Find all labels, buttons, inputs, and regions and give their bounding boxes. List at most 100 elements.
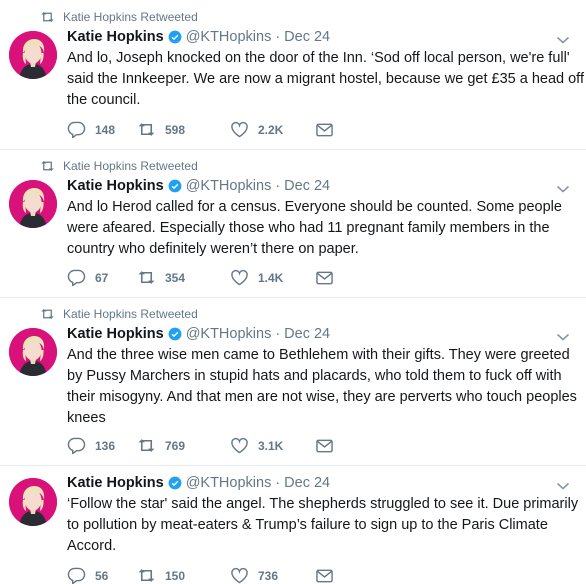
retweet-icon (138, 439, 155, 452)
header-separator: · (275, 475, 281, 491)
reply-count: 56 (95, 568, 109, 583)
reply-count: 148 (95, 122, 116, 137)
tweet-text-line: said the Innkeeper. We are now a migrant… (67, 71, 584, 87)
avatar-image (9, 478, 57, 526)
chevron-down-icon[interactable] (556, 332, 570, 342)
tweet-text-line: ‘Follow the star' said the angel. The sh… (67, 496, 579, 512)
tweet-text: And lo, Joseph knocked on the door of th… (67, 48, 584, 111)
heart-icon (231, 437, 248, 454)
tweet-date[interactable]: Dec 24 (284, 326, 330, 342)
like-count: 3.1K (258, 438, 284, 453)
reply-button[interactable]: 56 (67, 567, 137, 584)
tweet-header: Katie Hopkins @KTHopkins · Dec 24 (67, 178, 330, 194)
tweet-text: And the three wise men came to Bethlehem… (67, 345, 577, 429)
avatar[interactable] (9, 31, 57, 79)
reply-button[interactable]: 148 (67, 121, 137, 138)
tweet-actions: 148 598 2.2K (67, 121, 333, 138)
retweet-button[interactable]: 769 (137, 437, 230, 454)
author-name[interactable]: Katie Hopkins (67, 29, 164, 45)
tweet-text-line: And the three wise men came to Bethlehem… (67, 347, 570, 363)
tweet-date[interactable]: Dec 24 (284, 178, 330, 194)
retweeted-label[interactable]: Katie Hopkins Retweeted (63, 307, 198, 321)
avatar[interactable] (9, 478, 57, 526)
envelope-icon (316, 123, 333, 136)
tweet-text: And lo Herod called for a census. Everyo… (67, 197, 572, 260)
tweet[interactable]: Katie Hopkins Retweeted Katie Hopkins @K… (0, 0, 586, 150)
tweet-text-line: were afeared. Especially those who had 1… (67, 220, 550, 236)
author-name[interactable]: Katie Hopkins (67, 326, 164, 342)
reply-count: 136 (95, 438, 116, 453)
author-handle[interactable]: @KTHopkins (186, 475, 272, 491)
tweet[interactable]: Katie Hopkins @KTHopkins · Dec 24 ‘Follo… (0, 466, 586, 584)
tweet-text-line: knees (67, 410, 106, 426)
verified-badge-icon (168, 476, 182, 490)
direct-message-button[interactable] (316, 271, 333, 285)
tweet-date[interactable]: Dec 24 (284, 29, 330, 45)
like-count: 736 (258, 568, 279, 583)
envelope-icon (316, 569, 333, 582)
chevron-down-icon[interactable] (556, 35, 570, 45)
retweeted-indicator: Katie Hopkins Retweeted (40, 159, 198, 173)
retweeted-label[interactable]: Katie Hopkins Retweeted (63, 10, 198, 24)
reply-button[interactable]: 67 (67, 269, 137, 286)
tweet-text-line: Accord. (67, 538, 117, 554)
like-button[interactable]: 736 (230, 567, 316, 584)
retweet-icon (138, 123, 155, 136)
tweet-text-line: their misogyny. And that men are not wis… (67, 389, 577, 405)
retweet-count: 150 (165, 568, 186, 583)
retweeted-indicator: Katie Hopkins Retweeted (40, 10, 198, 24)
retweet-button[interactable]: 598 (137, 121, 230, 138)
retweet-count: 598 (165, 122, 186, 137)
like-button[interactable]: 2.2K (230, 121, 316, 138)
author-name[interactable]: Katie Hopkins (67, 178, 164, 194)
tweet-text-line: by Pussy Marchers in stupid hats and pla… (67, 368, 562, 384)
tweet-actions: 67 354 1.4K (67, 269, 333, 286)
retweet-button[interactable]: 150 (137, 567, 230, 584)
reply-icon (67, 269, 86, 286)
heart-icon (231, 121, 248, 138)
direct-message-button[interactable] (316, 123, 333, 137)
reply-count: 67 (95, 270, 109, 285)
tweet-text: ‘Follow the star' said the angel. The sh… (67, 494, 579, 557)
reply-button[interactable]: 136 (67, 437, 137, 454)
avatar[interactable] (9, 328, 57, 376)
like-count: 1.4K (258, 270, 284, 285)
avatar[interactable] (9, 180, 57, 228)
tweet-header: Katie Hopkins @KTHopkins · Dec 24 (67, 475, 330, 491)
reply-icon (67, 437, 86, 454)
verified-badge-icon (168, 30, 182, 44)
tweet-header: Katie Hopkins @KTHopkins · Dec 24 (67, 326, 330, 342)
author-handle[interactable]: @KTHopkins (186, 29, 272, 45)
like-button[interactable]: 1.4K (230, 269, 316, 286)
reply-icon (67, 567, 86, 584)
tweet-actions: 136 769 3.1K (67, 437, 333, 454)
tweet-text-line: the council. (67, 92, 141, 108)
header-separator: · (275, 178, 281, 194)
retweet-icon (41, 161, 54, 171)
direct-message-button[interactable] (316, 569, 333, 583)
like-count: 2.2K (258, 122, 284, 137)
retweet-count: 769 (165, 438, 186, 453)
tweet-date[interactable]: Dec 24 (284, 475, 330, 491)
retweet-icon (138, 569, 155, 582)
retweet-count: 354 (165, 270, 186, 285)
author-handle[interactable]: @KTHopkins (186, 326, 272, 342)
chevron-down-icon[interactable] (556, 184, 570, 194)
header-separator: · (275, 326, 281, 342)
tweet-text-line: country who definitely weren’t there on … (67, 241, 359, 257)
verified-badge-icon (168, 327, 182, 341)
like-button[interactable]: 3.1K (230, 437, 316, 454)
heart-icon (231, 567, 248, 584)
tweet[interactable]: Katie Hopkins Retweeted Katie Hopkins @K… (0, 150, 586, 298)
tweet[interactable]: Katie Hopkins Retweeted Katie Hopkins @K… (0, 298, 586, 466)
author-handle[interactable]: @KTHopkins (186, 178, 272, 194)
retweet-button[interactable]: 354 (137, 269, 230, 286)
tweet-actions: 56 150 736 (67, 567, 333, 584)
avatar-image (9, 180, 57, 228)
chevron-down-icon[interactable] (556, 481, 570, 491)
retweet-icon (41, 309, 54, 319)
retweeted-label[interactable]: Katie Hopkins Retweeted (63, 159, 198, 173)
header-separator: · (275, 29, 281, 45)
direct-message-button[interactable] (316, 439, 333, 453)
author-name[interactable]: Katie Hopkins (67, 475, 164, 491)
